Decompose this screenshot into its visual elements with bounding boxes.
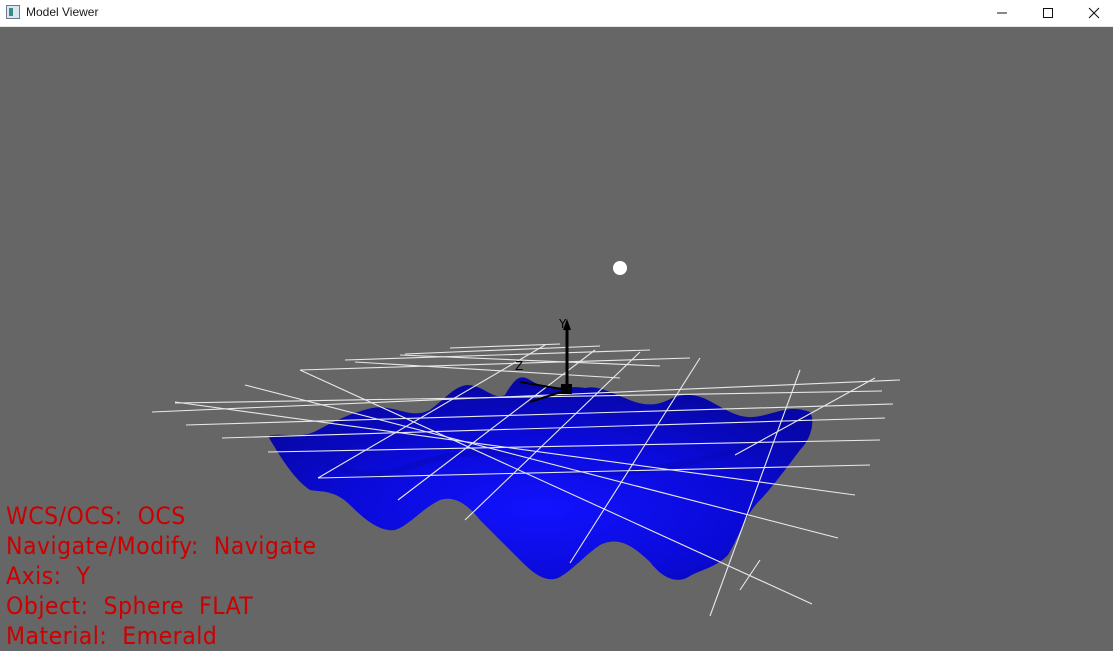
close-button[interactable] [1071,0,1113,26]
hud-object: Object: Sphere FLAT [6,592,254,620]
light-source[interactable] [613,261,627,275]
window-title: Model Viewer [26,5,99,19]
hud-coordinate-system: WCS/OCS: OCS [6,502,186,530]
minimize-button[interactable] [979,0,1025,26]
3d-viewport[interactable]: Y Z WCS/OCS: OCS Navigate/Modify: Naviga… [0,27,1113,651]
hud-mode: Navigate/Modify: Navigate [6,532,317,560]
z-axis-label: Z [515,359,523,373]
hud-axis: Axis: Y [6,562,91,590]
hud-material: Material: Emerald [6,622,218,650]
app-icon [6,5,20,19]
origin-marker [561,384,572,394]
y-axis-label: Y [558,317,567,331]
maximize-icon [1043,8,1053,18]
maximize-button[interactable] [1025,0,1071,26]
wave-surface [268,377,813,580]
window-titlebar: Model Viewer [0,0,1113,27]
minimize-icon [997,12,1007,14]
close-icon [1088,7,1100,19]
